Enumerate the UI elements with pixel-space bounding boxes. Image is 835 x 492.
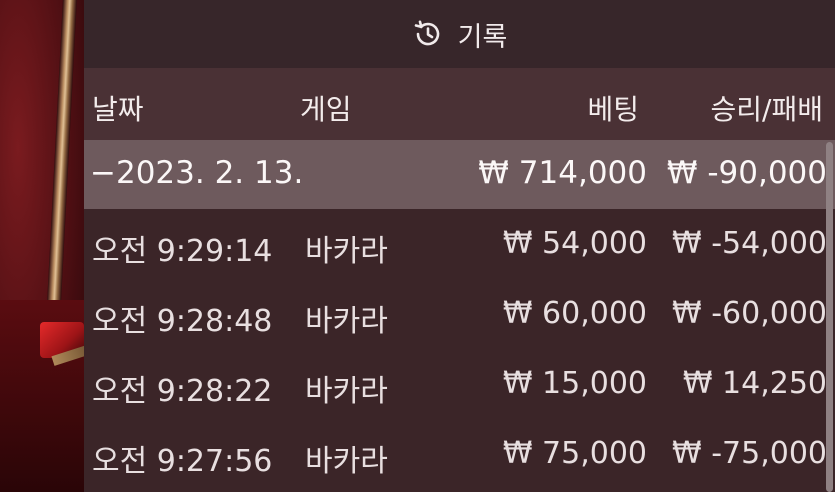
row-game: 바카라 (305, 444, 388, 479)
row-game: 바카라 (305, 234, 388, 269)
table-row[interactable]: 오전 9:29:14 바카라 ₩ 54,000 ₩ -54,000 (84, 210, 835, 280)
row-win-loss: ₩ -60,000 (672, 296, 827, 331)
table-row[interactable]: 오전 9:28:48 바카라 ₩ 60,000 ₩ -60,000 (84, 280, 835, 350)
row-win-loss: ₩ 14,250 (682, 366, 827, 401)
page-title: 기록 (457, 21, 508, 53)
date-group-win-loss-total: ₩ -90,000 (666, 155, 827, 191)
row-bet: ₩ 15,000 (502, 366, 647, 401)
history-icon (412, 18, 444, 50)
column-header-win-loss: 승리/패배 (710, 93, 823, 126)
row-time: 오전 9:28:48 (92, 304, 273, 339)
row-bet: ₩ 60,000 (502, 296, 647, 331)
history-panel: 기록 날짜 게임 베팅 승리/패배 −2023. 2. 13. ₩ 714,00… (84, 0, 835, 492)
row-game: 바카라 (305, 374, 388, 409)
row-game: 바카라 (305, 304, 388, 339)
date-group-label: −2023. 2. 13. (90, 155, 304, 191)
row-bet: ₩ 75,000 (502, 436, 647, 471)
row-time: 오전 9:28:22 (92, 374, 273, 409)
date-group-row[interactable]: −2023. 2. 13. ₩ 714,000 ₩ -90,000 (84, 140, 835, 209)
date-group-bet-total: ₩ 714,000 (478, 155, 647, 191)
scrollbar[interactable] (826, 142, 833, 492)
panel-header: 기록 (84, 0, 835, 68)
column-header-bet: 베팅 (587, 93, 639, 126)
column-header-date: 날짜 (92, 93, 144, 126)
table-row[interactable]: 오전 9:27:56 바카라 ₩ 75,000 ₩ -75,000 (84, 420, 835, 490)
background-casino-scene (0, 0, 93, 492)
title-wrap: 기록 (412, 15, 508, 54)
row-bet: ₩ 54,000 (502, 226, 647, 261)
row-win-loss: ₩ -54,000 (672, 226, 827, 261)
column-header-row: 날짜 게임 베팅 승리/패배 (84, 68, 835, 140)
column-header-game: 게임 (300, 93, 352, 126)
table-row[interactable]: 오전 9:28:22 바카라 ₩ 15,000 ₩ 14,250 (84, 350, 835, 420)
row-win-loss: ₩ -75,000 (672, 436, 827, 471)
row-time: 오전 9:29:14 (92, 234, 273, 269)
row-time: 오전 9:27:56 (92, 444, 273, 479)
